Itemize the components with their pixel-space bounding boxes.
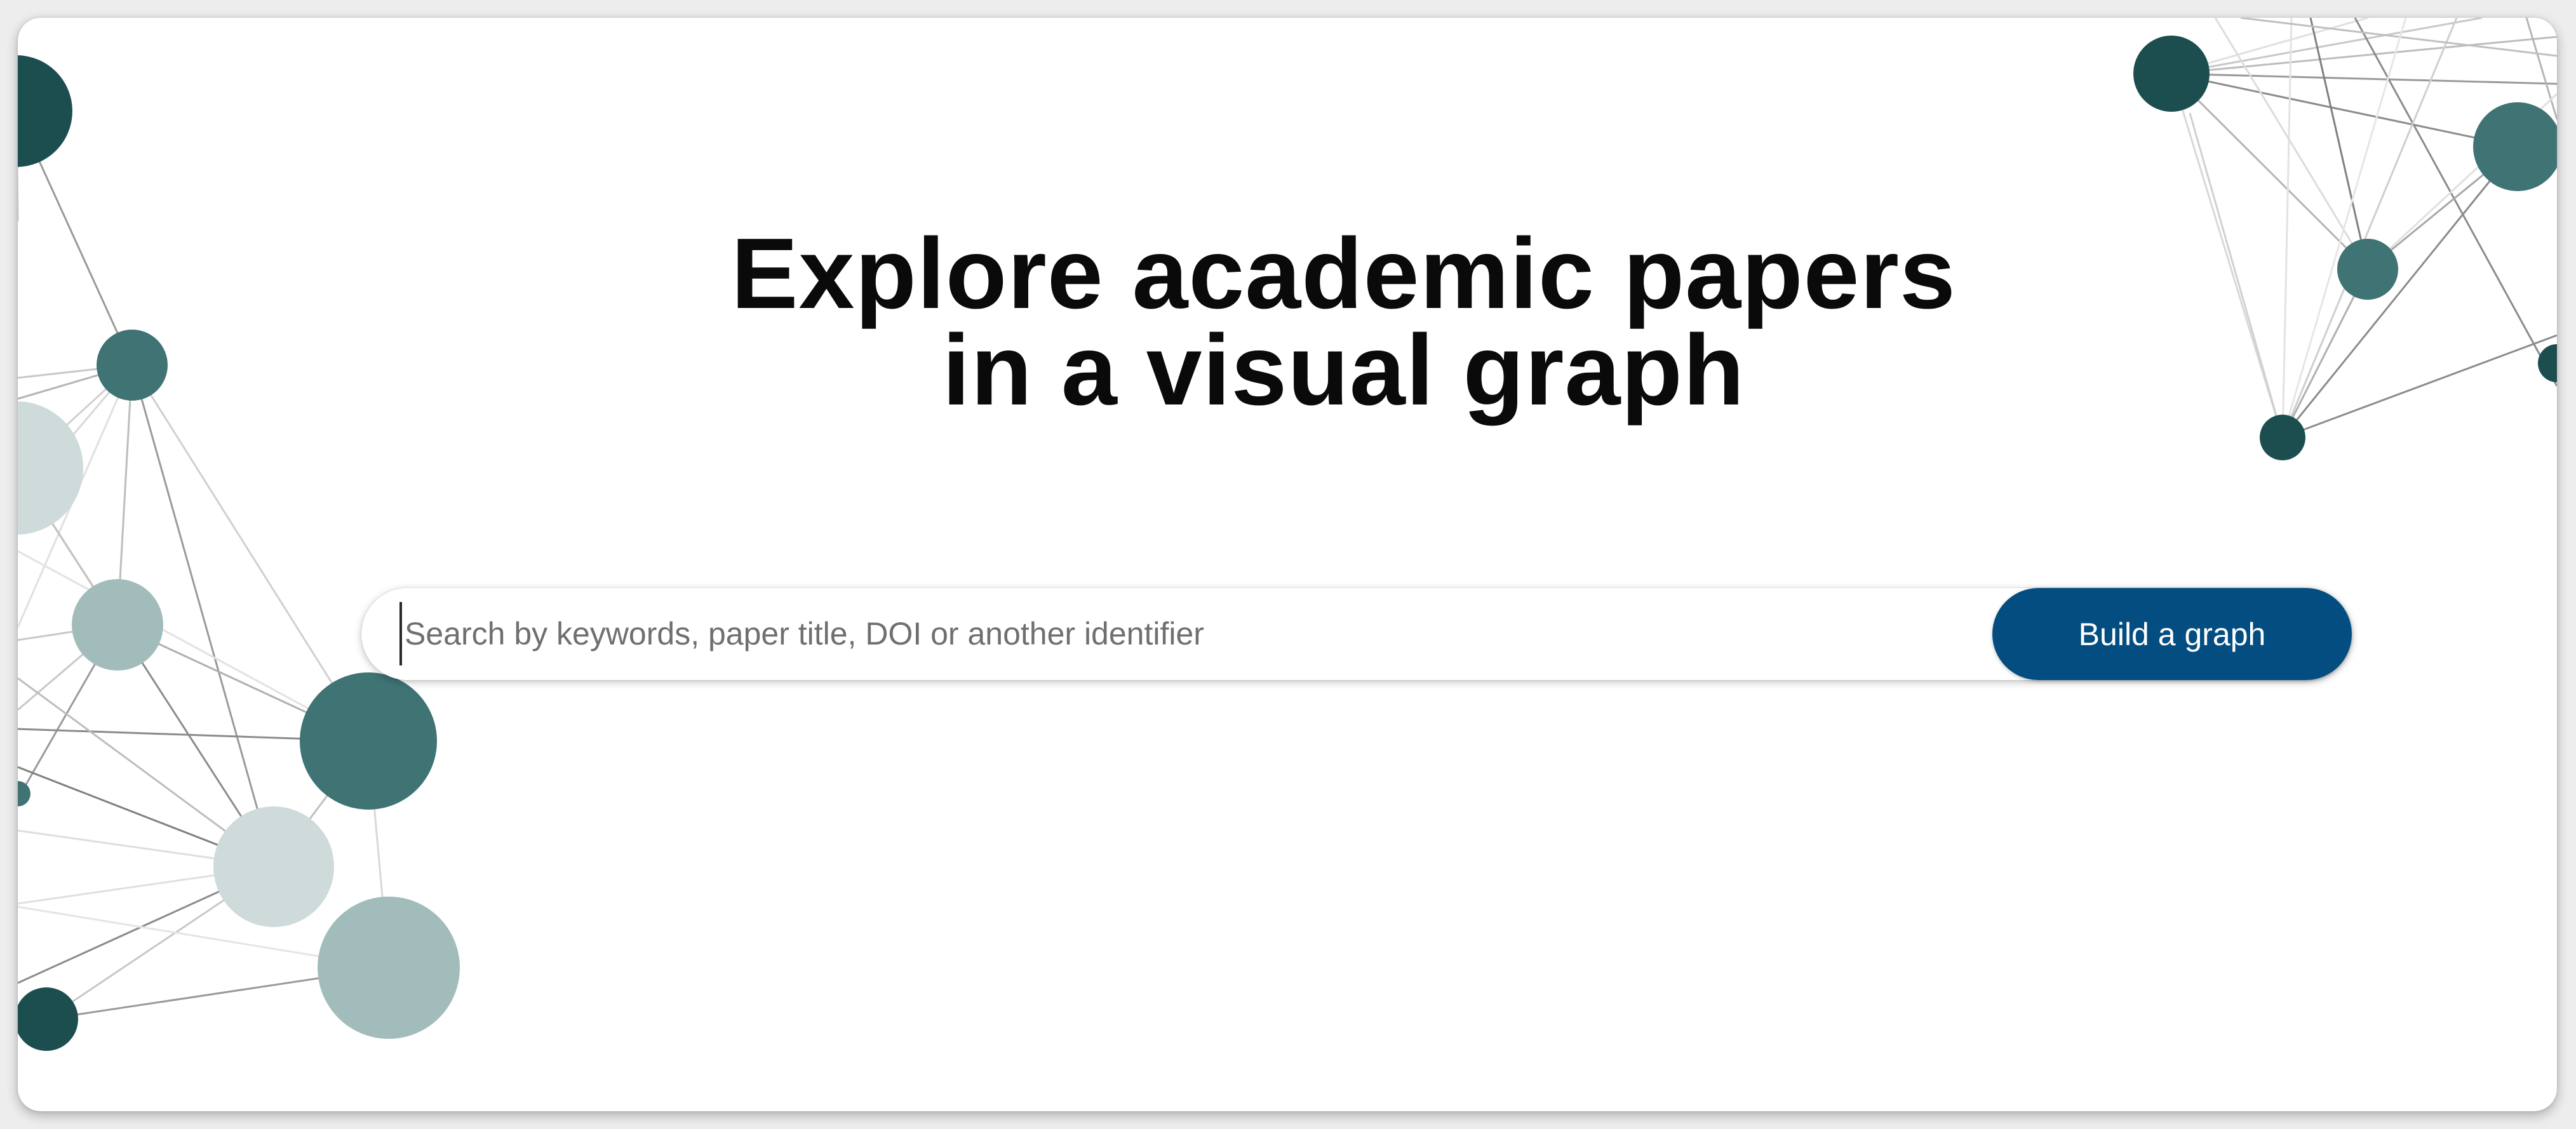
build-graph-button[interactable]: Build a graph (1992, 588, 2352, 680)
search-bar: Build a graph (361, 588, 2352, 680)
graph-network-decoration (18, 18, 2557, 1051)
search-input[interactable] (399, 602, 1949, 665)
hero-title: Explore academic papers in a visual grap… (18, 218, 2557, 426)
left-network-nodes (18, 55, 460, 1051)
hero-title-line-2: in a visual graph (942, 314, 1745, 426)
hero-title-line-1: Explore academic papers (731, 218, 1956, 330)
landing-card: Explore academic papers in a visual grap… (18, 18, 2557, 1111)
